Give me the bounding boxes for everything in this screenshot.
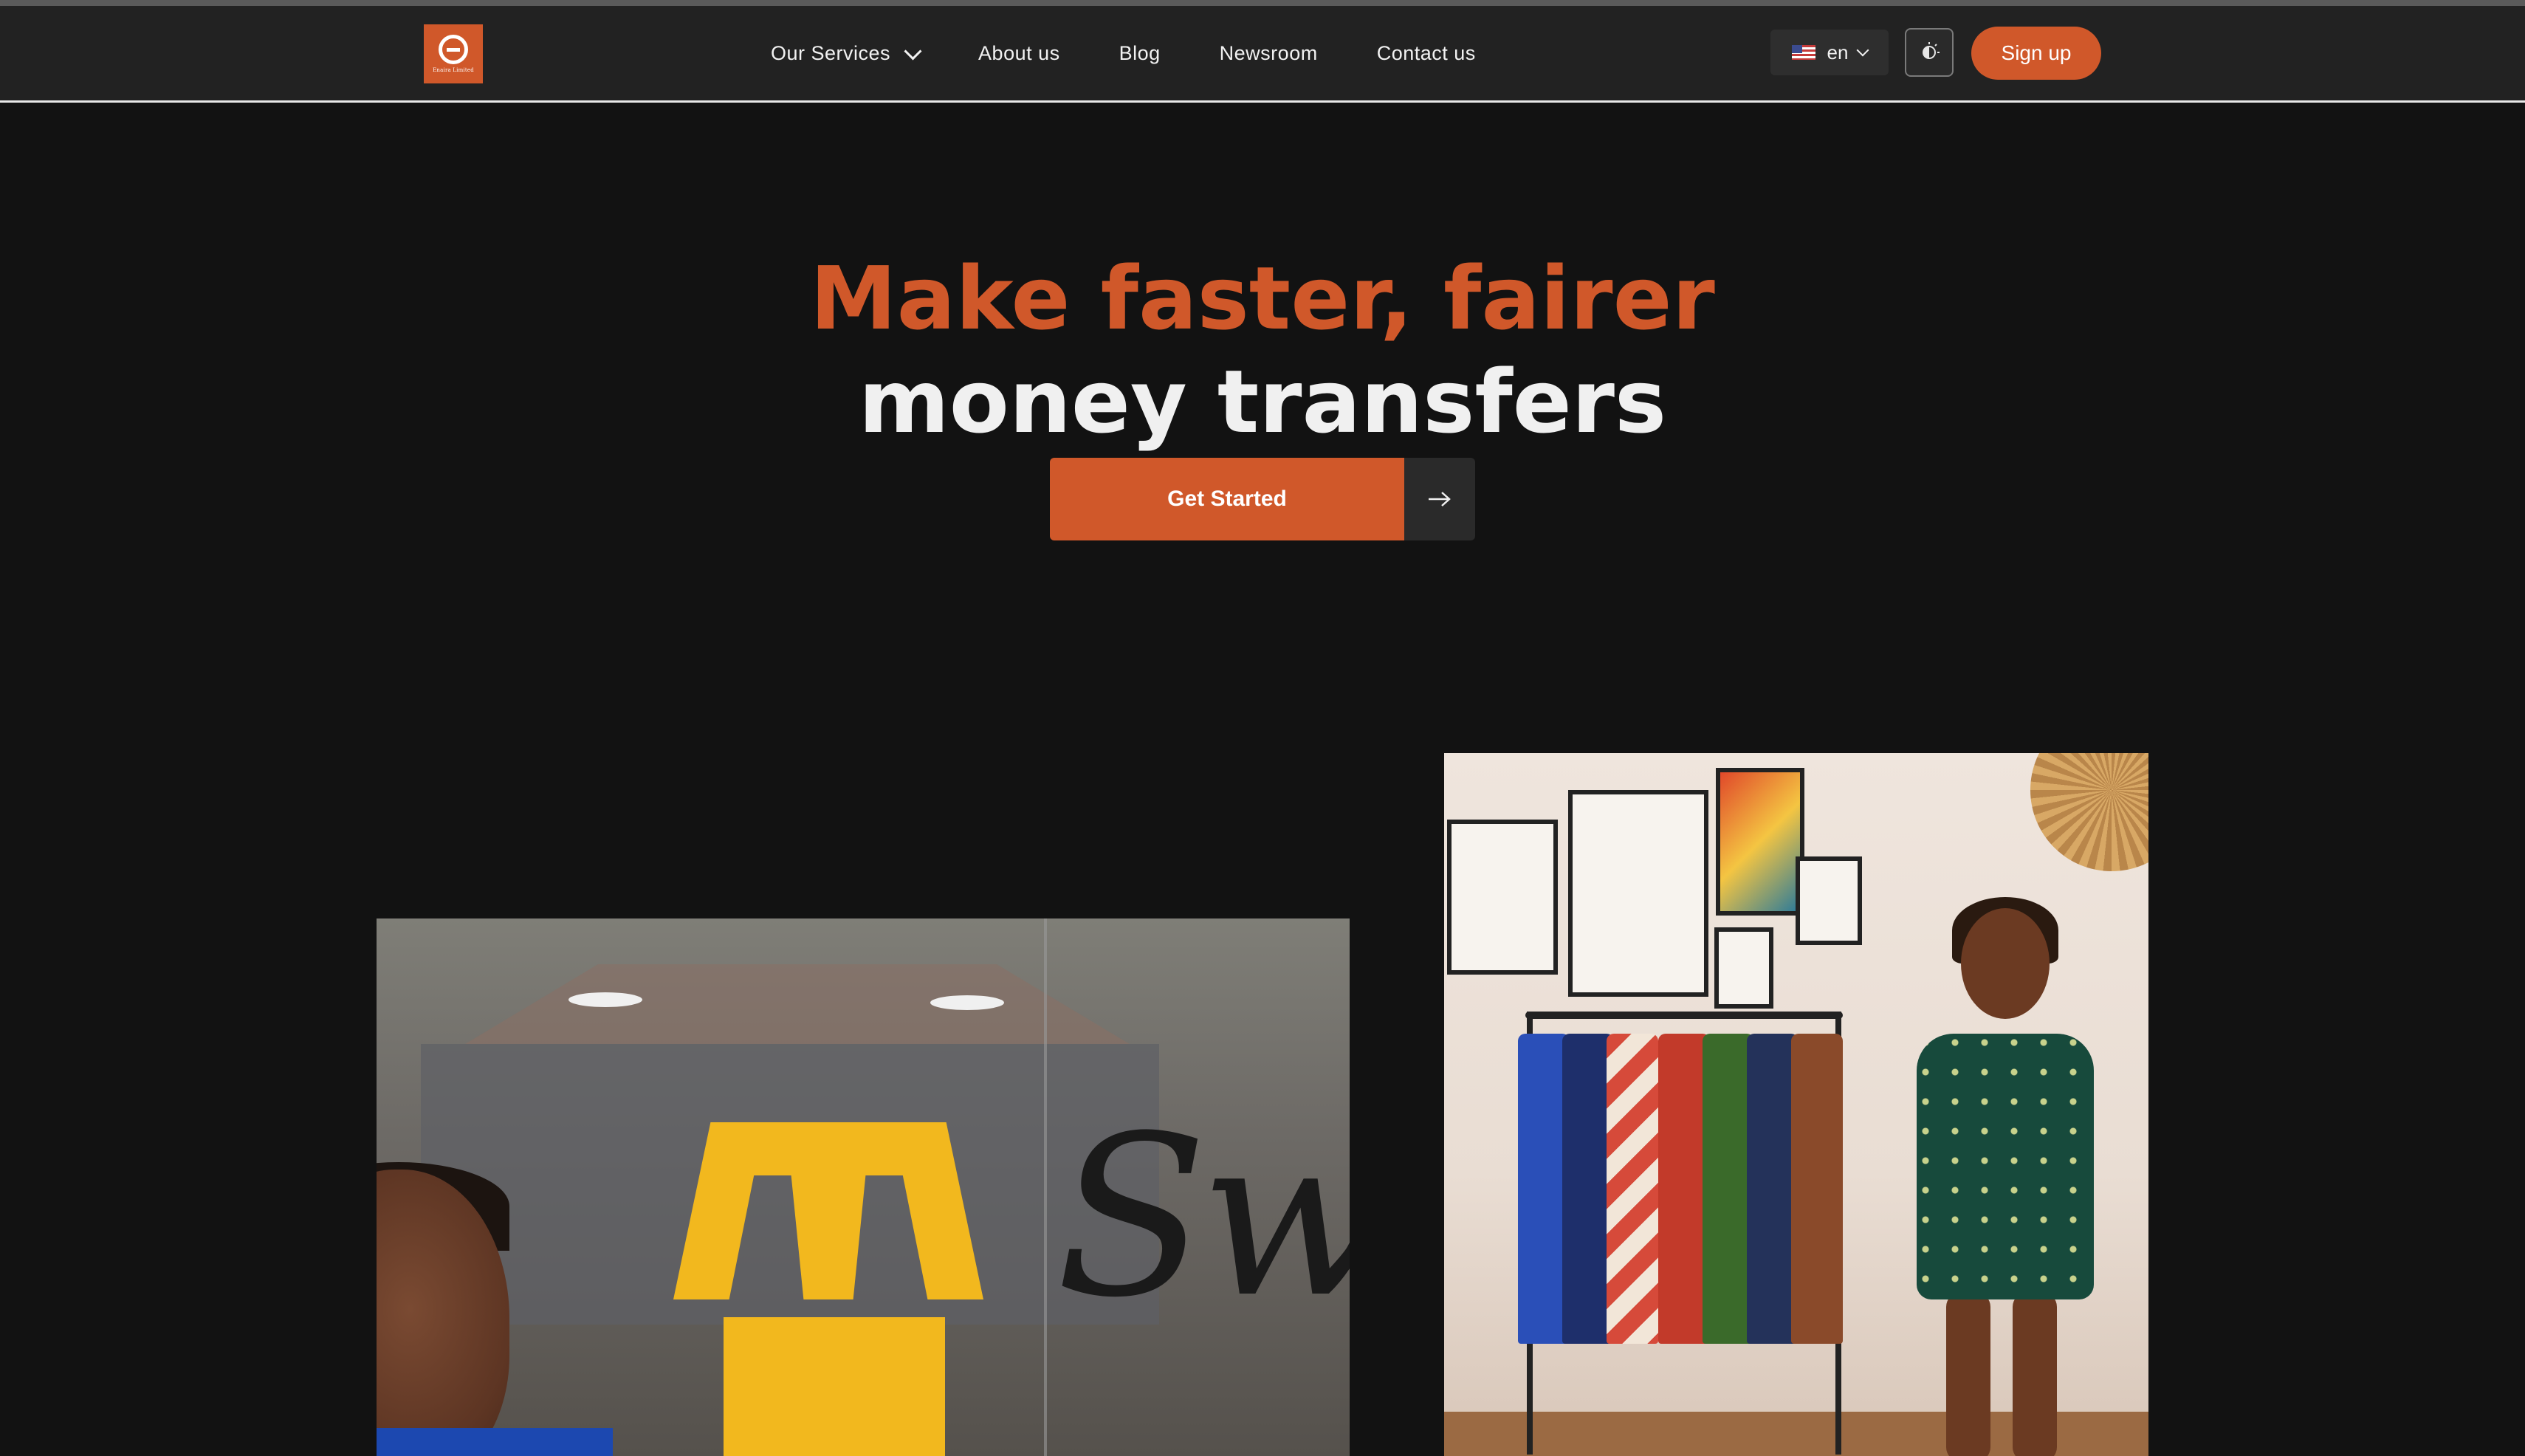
wall-frame-art [1796,856,1862,945]
hero-photo-shop-owner: Swee [377,918,1350,1456]
language-value: en [1827,41,1849,63]
get-started-arrow-button[interactable] [1404,458,1475,540]
logo-text: Enaira Limited [433,67,474,73]
hero-title-line-2: money transfers [858,351,1667,453]
nav-item-our-services[interactable]: Our Services [771,41,922,65]
nav-item-label: Newsroom [1219,41,1318,64]
wall-frame-art [1447,820,1558,975]
get-started-cta: Get Started [1050,458,1475,540]
logo-mark-icon [439,35,468,64]
browser-viewport: Enaira Limited Our Services About us Blo… [0,0,2525,1456]
hero-photo-fashion-vendor [1444,753,2148,1456]
garment [1607,1034,1658,1344]
nav-item-contact-us[interactable]: Contact us [1377,42,1476,65]
nav-item-label: Blog [1119,41,1161,64]
main-nav: Our Services About us Blog Newsroom Cont… [771,6,1535,100]
theme-toggle-button[interactable] [1905,28,1954,77]
window-script-text: Swee [1056,1088,1350,1346]
hero-title-line-1: Make faster, fairer [810,247,1715,350]
get-started-button[interactable]: Get Started [1050,458,1404,540]
sign-up-button[interactable]: Sign up [1971,27,2101,80]
brand-logo[interactable]: Enaira Limited [424,24,483,83]
photo-building-roof [465,964,1130,1044]
nav-item-about-us[interactable]: About us [978,42,1060,65]
us-flag-icon [1791,45,1815,60]
person-dress [1917,1034,2094,1299]
arrow-right-icon [1429,492,1451,506]
shop-sign-graphic [724,1317,945,1456]
language-selector[interactable]: en [1770,30,1889,75]
wall-basket-decor [2030,753,2148,871]
person-leg [1946,1292,1990,1456]
person-leg [2013,1292,2057,1456]
moon-sun-icon [1923,42,1940,59]
photo-glass-divider [1044,918,1047,1456]
wall-frame-art [1714,927,1773,1009]
nav-item-newsroom[interactable]: Newsroom [1220,42,1318,65]
photo-building-wall [421,1044,1159,1325]
wall-frame-art [1568,790,1708,997]
wall-frame-art-colorful [1716,768,1804,916]
chevron-down-icon [904,41,922,61]
nav-item-blog[interactable]: Blog [1119,42,1161,65]
nav-item-label: Our Services [771,41,891,64]
nav-item-label: About us [978,41,1060,64]
hero-title: Make faster, fairer money transfers [0,247,2525,453]
photo-ceiling-light [930,995,1004,1010]
window-top-border [0,0,2525,6]
chevron-down-icon [1856,44,1869,57]
garment [1791,1034,1843,1344]
person-shirt [377,1428,613,1456]
clothing-rack-bar [1525,1012,1843,1019]
photo-ceiling-light [568,992,642,1007]
shop-awning-graphic [673,1122,983,1299]
person-face [1961,908,2050,1019]
site-header: Enaira Limited Our Services About us Blo… [0,6,2525,103]
nav-item-label: Contact us [1376,41,1476,64]
